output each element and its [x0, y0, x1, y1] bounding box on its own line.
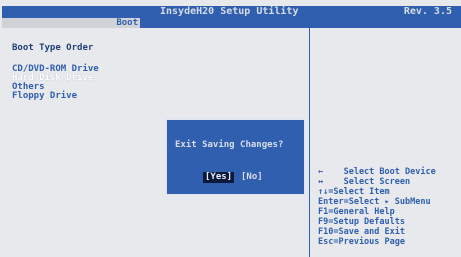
help-line-general-help: F1=General Help [318, 207, 395, 217]
help-line-save-exit: F10=Save and Exit [318, 227, 405, 237]
help-line-submenu: Enter=Select ▸ SubMenu [318, 197, 431, 207]
dialog-question: Exit Saving Changes? [175, 140, 284, 150]
tab-strip: Boot [2, 18, 461, 28]
help-line-previous-page: Esc=Previous Page [318, 237, 405, 247]
help-line-select-screen: ↔ Select Screen [318, 177, 411, 187]
exit-dialog: Exit Saving Changes? [Yes] [No] [165, 118, 306, 196]
help-line-select-boot-device: ← Select Boot Device [318, 167, 436, 177]
section-title: Boot Type Order [12, 43, 94, 53]
help-line-setup-defaults: F9=Setup Defaults [318, 217, 405, 227]
app-title: InsydeH20 Setup Utility [160, 6, 299, 17]
boot-option-floppy[interactable]: Floppy Drive [12, 91, 77, 101]
panel-divider [309, 28, 310, 257]
title-bar: InsydeH20 Setup Utility Rev. 3.5 [2, 6, 461, 18]
revision-label: Rev. 3.5 [403, 6, 452, 17]
help-line-select-item: ↑↓=Select Item [318, 187, 390, 197]
no-button[interactable]: [No] [239, 172, 265, 183]
tab-boot[interactable]: Boot [2, 18, 140, 28]
yes-button[interactable]: [Yes] [203, 172, 235, 183]
